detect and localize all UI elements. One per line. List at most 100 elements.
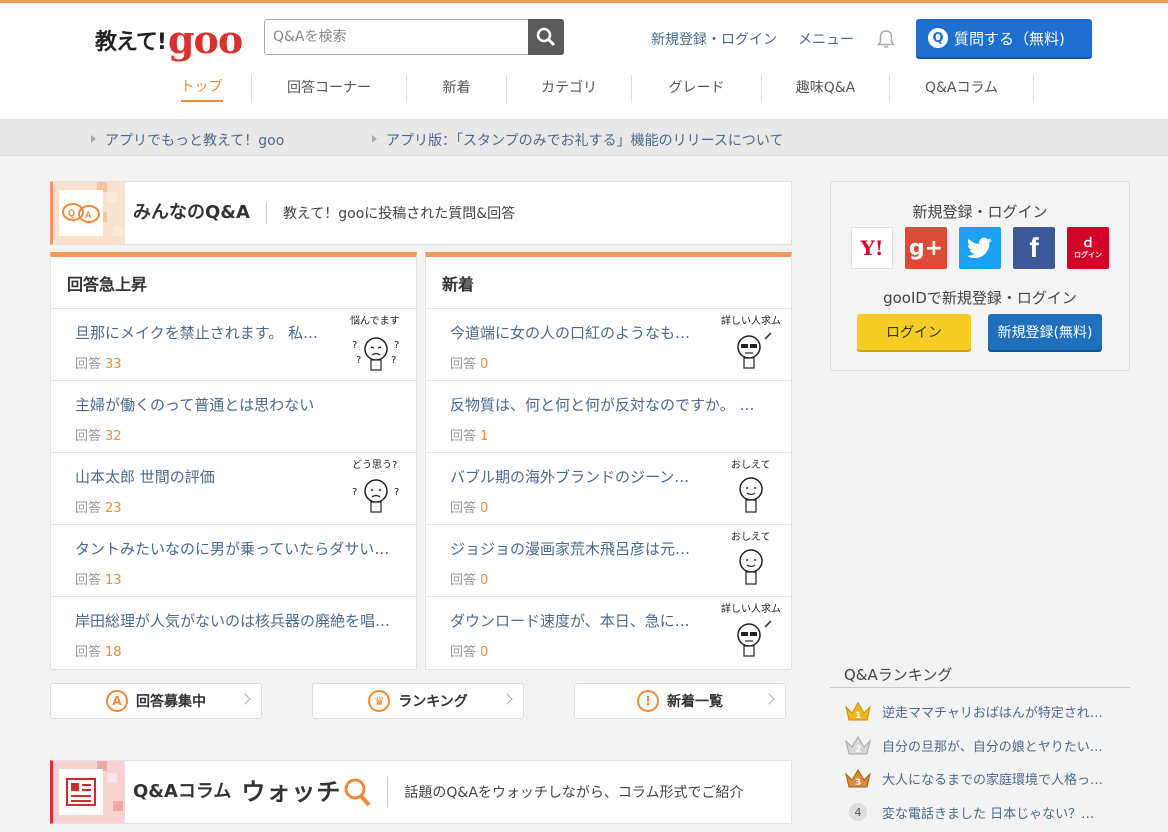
svg-text:3: 3: [855, 778, 861, 788]
answer-icon: A: [106, 690, 128, 712]
facebook-login-button[interactable]: f: [1013, 227, 1055, 269]
chevron-right-icon: [501, 693, 513, 705]
svg-text:1: 1: [855, 711, 861, 721]
info-link-app[interactable]: アプリでもっと教えて！goo: [90, 130, 284, 150]
svg-text:詳しい人求ム: 詳しい人求ム: [721, 315, 781, 327]
ranking-item[interactable]: 1 逆走ママチャリおばはんが特定され…: [844, 696, 1124, 726]
question-title[interactable]: 今道端に女の人の口紅のようなも…: [450, 322, 690, 343]
search-input[interactable]: [264, 19, 528, 55]
tab-category[interactable]: カテゴリ: [507, 75, 632, 103]
ranking-title[interactable]: 大人になるまでの家庭環境で人格っ…: [882, 769, 1103, 788]
login-box: 新規登録・ログイン Y! g+ f ｄ ログイン gooIDで新規登録・ログイン …: [830, 181, 1130, 371]
magnifier-icon: [344, 778, 371, 807]
thinking-character-icon: どう思う? ??: [352, 459, 399, 513]
svg-text:おしえて: おしえて: [731, 531, 771, 543]
chevron-right-icon: [239, 693, 251, 705]
silver-crown-icon: 2: [845, 736, 871, 755]
tab-grade[interactable]: グレード: [632, 75, 762, 103]
qa-section-title: みんなのQ&A: [133, 202, 267, 224]
qa-section-subtitle: 教えて！gooに投稿された質問&回答: [282, 206, 516, 222]
ranking-title[interactable]: 変な電話きました 日本じゃない？…: [882, 803, 1094, 822]
svg-text:Q: Q: [68, 208, 75, 218]
list-item[interactable]: ダウンロード速度が、本日、急に… 回答 0 詳しい人求ム: [426, 597, 791, 669]
question-title[interactable]: バブル期の海外ブランドのジーン…: [450, 466, 689, 487]
list-item[interactable]: 旦那にメイクを禁止されます。 私… 回答 33 悩んでます ????: [51, 309, 416, 381]
rank-number-badge: 4: [849, 803, 867, 821]
ranking-item[interactable]: 3 大人になるまでの家庭環境で人格っ…: [844, 763, 1124, 793]
list-item[interactable]: 主婦が働くのって普通とは思わない 回答 32: [51, 381, 416, 453]
question-title[interactable]: 反物質は、何と何と何が反対なのですか。 …: [450, 394, 754, 415]
question-title[interactable]: ジョジョの漫画家荒木飛呂彦は元…: [450, 538, 690, 559]
list-item[interactable]: バブル期の海外ブランドのジーン… 回答 0 おしえて: [426, 453, 791, 525]
twitter-login-button[interactable]: [959, 227, 1001, 269]
ranking-item[interactable]: 4 変な電話きました 日本じゃない？…: [844, 797, 1124, 827]
svg-text:?: ?: [391, 355, 396, 366]
new-list-button[interactable]: ! 新着一覧: [574, 683, 786, 719]
list-item[interactable]: ジョジョの漫画家荒木飛呂彦は元… 回答 0 おしえて: [426, 525, 791, 597]
question-title[interactable]: タントみたいなのに男が乗っていたらダサい…: [75, 538, 389, 559]
ask-button-label: 質問する（無料): [954, 29, 1065, 48]
answer-count: 回答 0: [450, 645, 489, 660]
search-icon: [536, 27, 556, 47]
svg-text:2: 2: [855, 745, 861, 755]
worried-character-icon: 悩んでます ????: [350, 315, 400, 371]
tab-hobby-qa[interactable]: 趣味Q&A: [762, 75, 890, 103]
svg-text:?: ?: [352, 340, 357, 351]
question-title[interactable]: 旦那にメイクを禁止されます。 私…: [75, 322, 318, 343]
chevron-right-icon: [763, 693, 775, 705]
site-logo[interactable]: 教えて! goo: [95, 19, 243, 59]
qa-icon: Q A: [53, 182, 125, 244]
newspaper-icon: [53, 761, 125, 823]
answer-count: 回答 0: [450, 573, 489, 588]
please-tell-character-icon: おしえて: [731, 459, 771, 513]
answer-count: 回答 32: [75, 429, 122, 444]
question-title[interactable]: 主婦が働くのって普通とは思わない: [75, 394, 314, 415]
qa-section-header: Q A みんなのQ&A 教えて！gooに投稿された質問&回答: [50, 181, 792, 245]
question-title[interactable]: 岸田総理が人気がないのは核兵器の廃絶を唱…: [75, 610, 390, 631]
search-button[interactable]: [528, 19, 564, 55]
list-item[interactable]: 山本太郎 世間の評価 回答 23 どう思う? ??: [51, 453, 416, 525]
gold-crown-icon: 1: [845, 702, 871, 721]
ranking-item[interactable]: 2 自分の旦那が、自分の娘とヤりたい…: [844, 730, 1124, 760]
svg-text:おしえて: おしえて: [731, 459, 771, 471]
info-link-stamp[interactable]: アプリ版：「スタンプのみでお礼する」機能のリリースについて: [371, 130, 783, 150]
svg-text:どう思う?: どう思う?: [352, 459, 397, 471]
list-item[interactable]: 反物質は、何と何と何が反対なのですか。 … 回答 1: [426, 381, 791, 453]
register-button[interactable]: 新規登録(無料): [988, 314, 1102, 350]
column-section-subtitle: 話題のQ&Aをウォッチしながら、コラム形式でご紹介: [404, 785, 744, 801]
ranking-heading: Q&Aランキング: [830, 664, 1130, 688]
answer-wanted-button[interactable]: A 回答募集中: [50, 683, 262, 719]
svg-text:悩んでます: 悩んでます: [350, 315, 400, 327]
yahoo-login-button[interactable]: Y!: [851, 227, 893, 269]
svg-text:A: A: [85, 210, 92, 220]
svg-text:?: ?: [394, 487, 399, 498]
tab-qa-column[interactable]: Q&Aコラム: [890, 75, 1034, 103]
ask-question-button[interactable]: Q 質問する（無料): [916, 19, 1092, 57]
site-header: 教えて! goo 新規登録・ログイン メニュー Q 質問する（無料) トップ 回…: [0, 0, 1168, 120]
tab-new[interactable]: 新着: [407, 75, 507, 103]
menu-link[interactable]: メニュー: [798, 29, 854, 49]
ranking-title[interactable]: 逆走ママチャリおばはんが特定され…: [882, 702, 1103, 721]
list-heading: 新着: [426, 257, 791, 309]
list-item[interactable]: 岸田総理が人気がないのは核兵器の廃絶を唱… 回答 18: [51, 597, 416, 669]
rising-answers-list: 回答急上昇 旦那にメイクを禁止されます。 私… 回答 33 悩んでます ???? …: [50, 252, 417, 670]
docomo-login-button[interactable]: ｄ ログイン: [1067, 227, 1109, 269]
crown-icon: ♛: [368, 690, 391, 712]
ranking-title[interactable]: 自分の旦那が、自分の娘とヤりたい…: [882, 736, 1103, 755]
list-item[interactable]: タントみたいなのに男が乗っていたらダサい… 回答 13: [51, 525, 416, 597]
login-link[interactable]: 新規登録・ログイン: [651, 29, 777, 49]
bell-icon[interactable]: [876, 29, 896, 49]
ranking-button[interactable]: ♛ ランキング: [312, 683, 524, 719]
list-item[interactable]: 今道端に女の人の口紅のようなも… 回答 0 詳しい人求ム: [426, 309, 791, 381]
column-section-title: Q&Aコラム ウォッチ: [133, 777, 389, 807]
answer-count: 回答 18: [75, 645, 122, 660]
tab-top[interactable]: トップ: [152, 75, 252, 103]
tab-answer-corner[interactable]: 回答コーナー: [252, 75, 407, 103]
expert-wanted-character-icon: 詳しい人求ム: [721, 603, 781, 657]
google-login-button[interactable]: g+: [905, 227, 947, 269]
login-button[interactable]: ログイン: [857, 314, 971, 350]
question-title[interactable]: 山本太郎 世間の評価: [75, 466, 215, 487]
search-bar: [264, 19, 564, 55]
question-title[interactable]: ダウンロード速度が、本日、急に…: [450, 610, 690, 631]
answer-count: 回答 33: [75, 357, 122, 372]
